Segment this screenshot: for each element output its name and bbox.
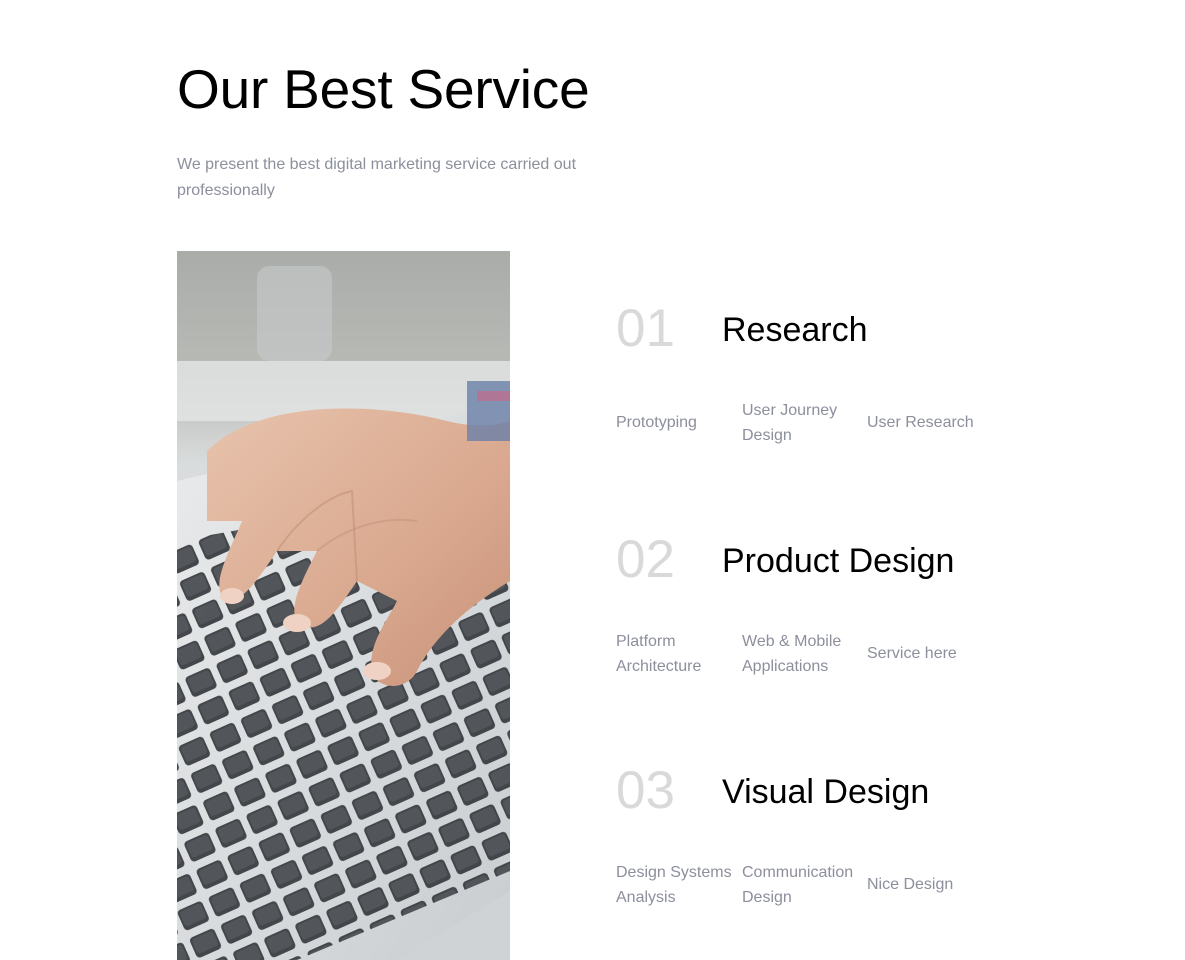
service-tag: User Journey Design [742,401,838,445]
service-number: 02 [616,530,675,589]
hero-image [177,251,510,960]
service-title: Visual Design [722,773,930,811]
service-title: Research [722,311,868,349]
typing-on-laptop-illustration [177,251,510,960]
service-tag: Design Systems Analysis [616,863,732,907]
section-title: Our Best Service [177,58,590,120]
section-subtitle: We present the best digital marketing se… [177,156,577,199]
service-tag: Service here [867,645,957,663]
service-number: 01 [616,299,675,358]
service-tags: Platform Architecture Web & Mobile Appli… [616,628,1016,680]
service-tag: Nice Design [867,876,954,894]
service-tags: Design Systems Analysis Communication De… [616,859,1016,911]
service-tag: User Research [867,414,974,432]
service-tags: Prototyping User Journey Design User Res… [616,397,1016,449]
service-tag: Prototyping [616,414,697,432]
service-number: 03 [616,761,675,820]
service-tag: Platform Architecture [616,632,702,676]
service-tag: Communication Design [742,863,854,907]
service-tag: Web & Mobile Applications [742,632,842,676]
service-title: Product Design [722,542,955,580]
